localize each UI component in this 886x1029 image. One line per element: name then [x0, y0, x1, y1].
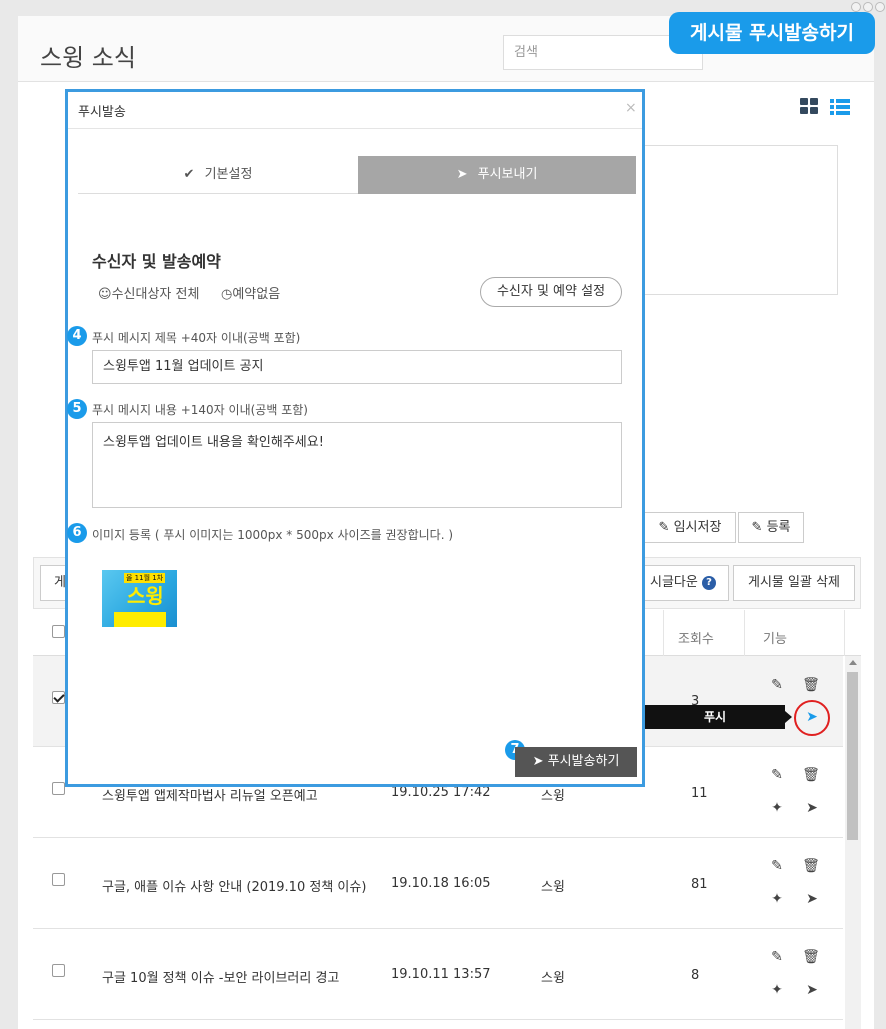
- paper-plane-icon[interactable]: ➤: [803, 800, 821, 816]
- trash-icon[interactable]: 🗑: [802, 949, 820, 965]
- step-badge-4: 4: [67, 326, 87, 346]
- download-label: 시글다운: [650, 575, 698, 590]
- pin-icon[interactable]: ✦: [768, 891, 786, 907]
- list-view-icon[interactable]: [830, 98, 850, 116]
- section-title: 수신자 및 발송예약: [92, 252, 221, 271]
- row-title[interactable]: 구글, 애플 이슈 사항 안내 (2019.10 정책 이슈): [102, 876, 366, 895]
- thumb-main-text: 스윙: [127, 584, 164, 608]
- column-divider: [744, 610, 745, 656]
- thumb-top-text: 올 11월 1차: [124, 573, 166, 583]
- recipient-settings-button[interactable]: 수신자 및 예약 설정: [480, 277, 622, 307]
- row-author: 스윙: [541, 971, 565, 986]
- title-field-label: 푸시 메시지 제목 +40자 이내(공백 포함): [92, 331, 301, 345]
- download-button[interactable]: 시글다운 ?: [637, 565, 729, 601]
- trash-icon[interactable]: 🗑: [802, 858, 820, 874]
- row-date: 19.10.25 17:42: [391, 785, 491, 800]
- step-badge-5: 5: [67, 399, 87, 419]
- editor-area[interactable]: [640, 145, 838, 295]
- thumb-banner-strip: [114, 612, 166, 627]
- help-icon[interactable]: ?: [701, 576, 716, 590]
- row-views: 81: [691, 877, 708, 892]
- row-checkbox[interactable]: [52, 964, 65, 977]
- clock-icon: ◷: [221, 287, 233, 302]
- edit-icon: ✎: [658, 520, 670, 535]
- schedule-text: 예약없음: [232, 287, 281, 302]
- user-icon: ☺: [98, 287, 112, 302]
- paper-plane-icon: ➤: [532, 754, 544, 769]
- row-checkbox[interactable]: [52, 873, 65, 886]
- register-label: 등록: [766, 520, 791, 535]
- modal-title: 푸시발송: [78, 105, 126, 120]
- tab-basic-settings[interactable]: ✔ 기본설정: [78, 156, 358, 194]
- scroll-up-icon[interactable]: [849, 660, 857, 665]
- row-title[interactable]: 스윙투앱 앱제작마법사 리뉴얼 오픈예고: [102, 785, 318, 804]
- row-date: 19.10.18 16:05: [391, 876, 491, 891]
- image-field-label: 이미지 등록 ( 푸시 이미지는 1000px * 500px 사이즈를 권장합…: [92, 528, 454, 542]
- pencil-icon[interactable]: ✎: [768, 767, 786, 783]
- scrollbar-thumb[interactable]: [847, 672, 858, 840]
- paper-plane-icon[interactable]: ➤: [803, 982, 821, 998]
- highlight-ring: [794, 700, 830, 736]
- actions-header: 기능: [763, 632, 787, 647]
- modal-divider: [68, 128, 642, 129]
- row-title[interactable]: 구글 10월 정책 이슈 -보안 라이브러리 경고: [102, 967, 339, 986]
- push-title-input[interactable]: 스윙투앱 11월 업데이트 공지: [92, 350, 622, 384]
- send-push-button[interactable]: ➤ 푸시발송하기: [515, 747, 637, 777]
- step-badge-6: 6: [67, 523, 87, 543]
- push-body-textarea[interactable]: 스윙투앱 업데이트 내용을 확인해주세요!: [92, 422, 622, 508]
- tab-send-push[interactable]: ➤ 푸시보내기: [358, 156, 636, 194]
- bulk-delete-button[interactable]: 게시물 일괄 삭제: [733, 565, 855, 601]
- pencil-icon[interactable]: ✎: [768, 858, 786, 874]
- row-views: 11: [691, 786, 708, 801]
- recipient-info: ☺수신대상자 전체: [98, 283, 199, 302]
- row-checkbox[interactable]: [52, 691, 65, 704]
- temp-save-label: 임시저장: [673, 520, 722, 535]
- push-tooltip: 푸시: [645, 705, 792, 729]
- check-icon: ✔: [183, 167, 195, 182]
- select-all-checkbox[interactable]: [52, 625, 65, 638]
- schedule-info: ◷예약없음: [221, 283, 280, 302]
- edit-icon: ✎: [751, 520, 763, 535]
- grid-view-icon[interactable]: [800, 98, 820, 116]
- column-divider: [663, 610, 664, 656]
- tab-label: 푸시보내기: [477, 167, 538, 182]
- push-image-thumbnail[interactable]: 올 11월 1차 스윙: [102, 570, 177, 627]
- column-divider: [844, 610, 845, 656]
- trash-icon[interactable]: 🗑: [802, 677, 820, 693]
- row-date: 19.10.11 13:57: [391, 967, 491, 982]
- temp-save-button[interactable]: ✎ 임시저장: [644, 512, 736, 543]
- recipient-text: 수신대상자 전체: [111, 287, 200, 302]
- window-dot-icon: [863, 2, 873, 12]
- pencil-icon[interactable]: ✎: [768, 677, 786, 693]
- trash-icon[interactable]: 🗑: [802, 767, 820, 783]
- page-title: 스윙 소식: [40, 44, 136, 72]
- pin-icon[interactable]: ✦: [768, 982, 786, 998]
- tab-label: 기본설정: [204, 167, 253, 182]
- window-dot-icon: [875, 2, 885, 12]
- views-header: 조회수: [678, 632, 714, 647]
- body-field-label: 푸시 메시지 내용 +140자 이내(공백 포함): [92, 403, 308, 417]
- pin-icon[interactable]: ✦: [768, 800, 786, 816]
- paper-plane-icon[interactable]: ➤: [803, 891, 821, 907]
- window-dot-icon: [851, 2, 861, 12]
- row-author: 스윙: [541, 880, 565, 895]
- row-views: 8: [691, 968, 700, 983]
- push-banner: 게시물 푸시발송하기: [669, 12, 875, 54]
- register-button[interactable]: ✎ 등록: [738, 512, 804, 543]
- pencil-icon[interactable]: ✎: [768, 949, 786, 965]
- row-author: 스윙: [541, 789, 565, 804]
- row-checkbox[interactable]: [52, 782, 65, 795]
- send-push-label: 푸시발송하기: [547, 754, 620, 769]
- close-icon[interactable]: ×: [625, 100, 637, 116]
- paper-plane-icon: ➤: [456, 167, 468, 182]
